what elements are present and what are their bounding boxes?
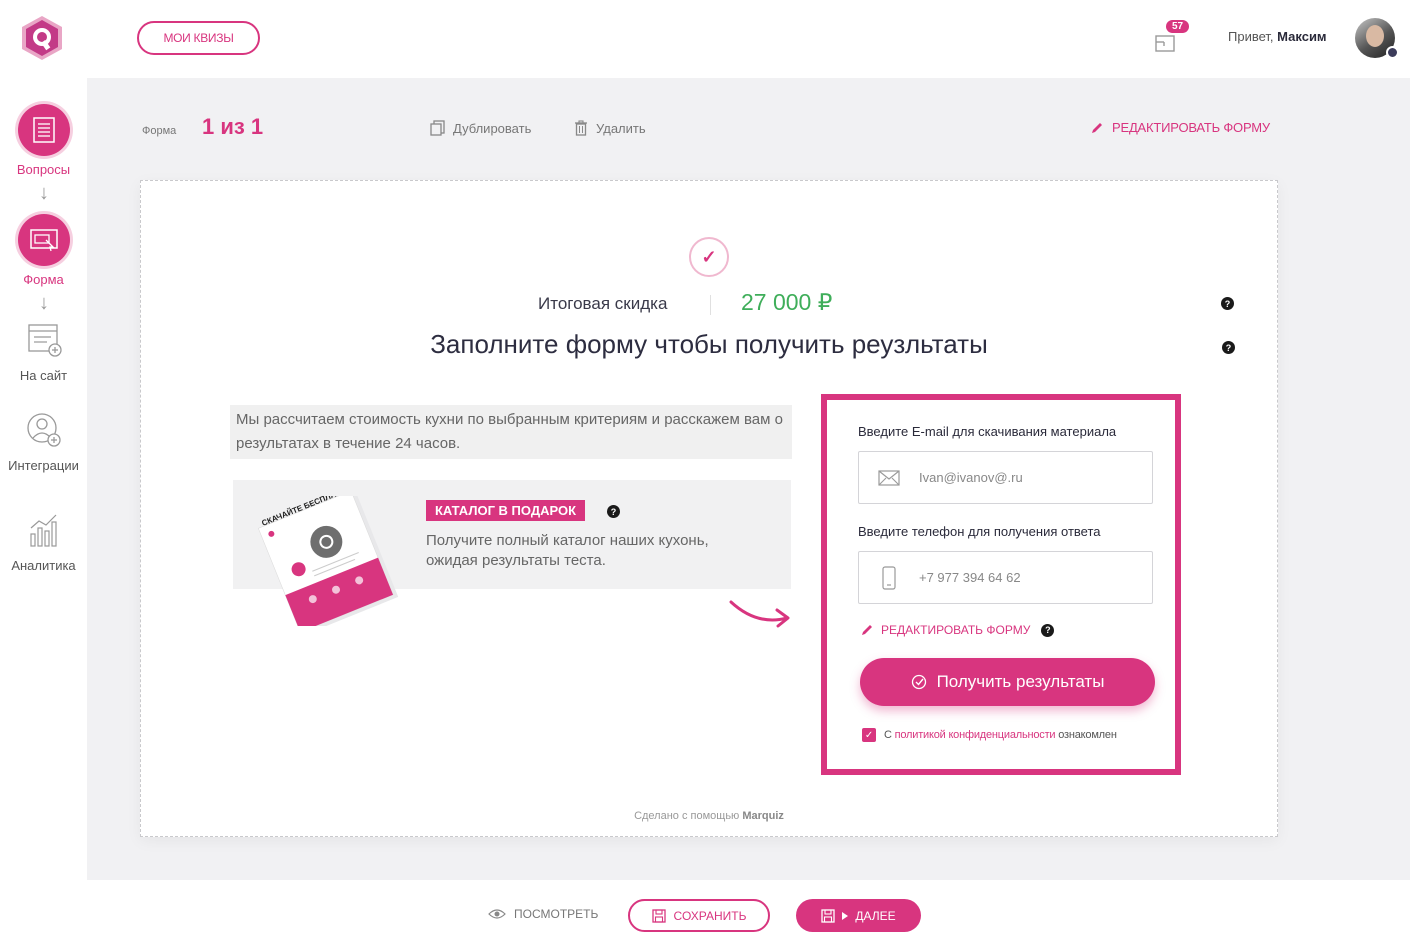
lead-form: Введите E-mail для скачивания материала … xyxy=(821,394,1181,775)
marquiz-logo[interactable] xyxy=(18,14,66,62)
chevron-down-icon[interactable] xyxy=(1386,46,1399,59)
user-name: Максим xyxy=(1277,29,1327,44)
steps-sidebar: Вопросы ↓ Форма ↓ На сайт Интеграции Ана… xyxy=(0,78,87,942)
check-circle-icon xyxy=(911,674,926,690)
arrow-right-icon xyxy=(729,596,793,630)
form-screen-icon xyxy=(17,214,70,266)
top-bar: МОИ КВИЗЫ 57 Привет, Максим xyxy=(0,0,1410,78)
bottom-action-bar: ПОСМОТРЕТЬ СОХРАНИТЬ ДАЛЕЕ xyxy=(0,880,1410,942)
delete-button[interactable]: Удалить xyxy=(574,120,646,136)
sidebar-item-label: Форма xyxy=(23,272,64,287)
save-label: СОХРАНИТЬ xyxy=(673,908,747,923)
description-text[interactable]: Мы рассчитаем стоимость кухни по выбранн… xyxy=(230,405,792,459)
pencil-icon xyxy=(1092,122,1102,133)
phone-label: Введите телефон для получения ответа xyxy=(858,524,1101,539)
greeting-prefix: Привет, xyxy=(1228,29,1274,44)
sidebar-item-form[interactable]: Форма xyxy=(0,214,87,287)
form-headline: Заполните форму чтобы получить реузльтат… xyxy=(430,329,988,359)
email-field[interactable]: Ivan@ivanov@.ru xyxy=(858,451,1153,504)
help-icon[interactable]: ? xyxy=(1222,341,1235,354)
phone-icon xyxy=(859,565,919,590)
discount-label: Итоговая скидка xyxy=(538,294,668,313)
my-quizzes-button[interactable]: МОИ КВИЗЫ xyxy=(137,21,260,55)
trash-icon xyxy=(575,120,587,136)
arrow-down-icon: ↓ xyxy=(39,292,49,314)
analytics-chart-icon xyxy=(24,510,64,550)
form-label: Форма xyxy=(142,125,177,137)
sidebar-item-label: Интеграции xyxy=(8,458,79,473)
sidebar-item-questions[interactable]: Вопросы xyxy=(0,104,87,177)
duplicate-label: Дублировать xyxy=(453,120,532,136)
sidebar-item-label: На сайт xyxy=(19,368,68,383)
next-button[interactable]: ДАЛЕЕ xyxy=(796,899,921,932)
sidebar-item-label: Вопросы xyxy=(16,162,71,177)
floppy-disk-icon xyxy=(821,908,836,923)
integrations-icon xyxy=(24,410,64,450)
made-with-brand[interactable]: Marquiz xyxy=(742,810,784,822)
preview-button[interactable]: ПОСМОТРЕТЬ xyxy=(488,907,598,921)
privacy-policy-link[interactable]: политикой конфиденциальности xyxy=(895,729,1056,741)
questions-list-icon xyxy=(17,104,70,156)
result-form-preview: ✓ Итоговая скидка 27 000 ₽ ? Заполните ф… xyxy=(140,180,1278,837)
check-icon: ✓ xyxy=(689,237,729,277)
notifications-button[interactable]: 57 xyxy=(1152,20,1202,56)
phone-placeholder: +7 977 394 64 62 xyxy=(919,570,1021,585)
divider xyxy=(710,295,711,315)
pencil-icon xyxy=(862,625,872,635)
play-arrow-icon xyxy=(842,911,849,920)
email-label: Введите E-mail для скачивания материала xyxy=(858,424,1117,439)
edit-form-label: РЕДАКТИРОВАТЬ ФОРМУ xyxy=(881,623,1031,637)
arrow-down-icon: ↓ xyxy=(39,182,49,204)
copy-icon xyxy=(430,120,445,136)
edit-form-label: РЕДАКТИРОВАТЬ ФОРМУ xyxy=(1112,120,1270,135)
user-greeting: Привет, Максим xyxy=(1228,29,1327,44)
made-with-footer: Сделано с помощью Marquiz xyxy=(141,810,1277,822)
save-button[interactable]: СОХРАНИТЬ xyxy=(628,899,770,932)
edit-form-link[interactable]: РЕДАКТИРОВАТЬ ФОРМУ ? xyxy=(860,623,1055,637)
site-install-icon xyxy=(24,320,64,360)
eye-icon xyxy=(488,909,506,919)
gift-text: Получите полный каталог наших кухонь, ож… xyxy=(426,532,709,569)
discount-value: 27 000 ₽ xyxy=(741,289,833,315)
get-results-button[interactable]: Получить результаты xyxy=(860,658,1155,706)
delete-label: Удалить xyxy=(596,120,646,136)
form-counter: 1 из 1 xyxy=(202,114,264,139)
sidebar-item-analytics[interactable]: Аналитика xyxy=(0,510,87,573)
duplicate-button[interactable]: Дублировать xyxy=(430,120,531,136)
sidebar-item-site[interactable]: На сайт xyxy=(0,320,87,383)
help-icon[interactable]: ? xyxy=(607,505,620,518)
help-icon[interactable]: ? xyxy=(1041,623,1055,637)
catalog-book-image: СКАЧАЙТЕ БЕСПЛАТНО xyxy=(249,484,399,635)
submit-label: Получить результаты xyxy=(936,672,1105,691)
gift-badge: КАТАЛОГ В ПОДАРОК xyxy=(426,500,586,521)
notifications-badge: 57 xyxy=(1166,20,1190,33)
phone-field[interactable]: +7 977 394 64 62 xyxy=(858,551,1153,604)
made-with-prefix: Сделано с помощью xyxy=(634,810,740,822)
policy-prefix: С xyxy=(884,729,892,741)
privacy-policy-row: ✓ С политикой конфиденциальности ознаком… xyxy=(862,728,1117,742)
preview-label: ПОСМОТРЕТЬ xyxy=(514,907,599,921)
next-label: ДАЛЕЕ xyxy=(855,908,896,923)
envelope-icon xyxy=(859,469,919,486)
sidebar-item-label: Аналитика xyxy=(11,558,76,573)
sidebar-item-integrations[interactable]: Интеграции xyxy=(0,410,87,473)
inbox-icon xyxy=(1155,35,1175,52)
policy-suffix: ознакомлен xyxy=(1058,729,1117,741)
email-placeholder: Ivan@ivanov@.ru xyxy=(919,470,1023,485)
help-icon[interactable]: ? xyxy=(1221,297,1234,310)
floppy-disk-icon xyxy=(651,908,666,923)
policy-checkbox[interactable]: ✓ xyxy=(862,728,876,742)
edit-form-button[interactable]: РЕДАКТИРОВАТЬ ФОРМУ xyxy=(1090,120,1270,135)
